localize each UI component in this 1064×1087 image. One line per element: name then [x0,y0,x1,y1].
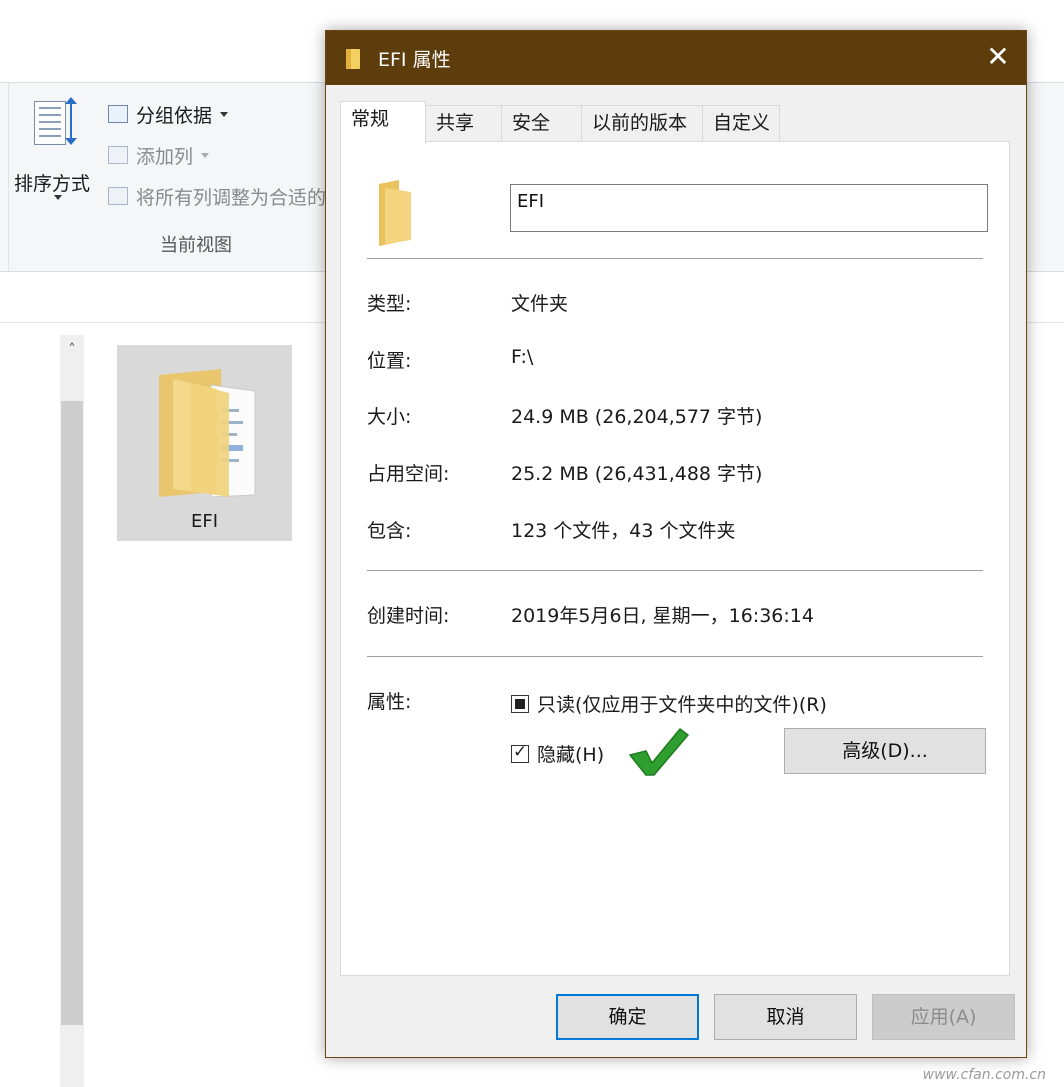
group-by-icon [108,105,128,123]
fit-columns-label: 将所有列调整为合适的 [136,186,327,209]
file-name: EFI [190,511,219,532]
location-label: 位置: [367,350,412,372]
size-label: 大小: [367,406,412,428]
sort-by-button[interactable]: 排序方式 [14,97,100,207]
type-label: 类型: [367,293,412,315]
ribbon-divider [0,83,9,271]
apply-button[interactable]: 应用(A) [872,994,1015,1040]
properties-dialog: EFI 属性 ✕ 常规 共享 安全 以前的版本 自定义 类型: 文件夹 位置: … [325,30,1027,1058]
folder-icon [379,180,411,246]
folder-icon [346,49,360,69]
group-by-label: 分组依据 [136,104,213,127]
sort-arrow-icon [65,97,77,145]
folder-icon [159,369,256,498]
fit-columns-icon [108,187,128,205]
tab-sharing[interactable]: 共享 [425,105,502,141]
add-column-icon [108,146,128,164]
divider [367,570,983,571]
ribbon-group-title: 当前视图 [160,235,232,256]
file-item-efi[interactable]: EFI [117,345,292,541]
size-value: 24.9 MB (26,204,577 字节) [511,406,763,428]
divider [367,656,983,657]
tab-customize[interactable]: 自定义 [702,105,780,141]
divider [367,258,983,259]
chevron-down-icon [220,112,229,121]
vertical-scrollbar[interactable]: ˄ [60,335,84,1087]
chevron-down-icon [54,195,62,204]
add-column-button[interactable]: 添加列 [108,142,210,168]
group-by-button[interactable]: 分组依据 [108,101,229,127]
tab-security[interactable]: 安全 [501,105,582,141]
size-on-disk-label: 占用空间: [367,463,450,485]
folder-name-input[interactable] [510,184,988,232]
readonly-checkbox[interactable]: 只读(仅应用于文件夹中的文件)(R) [511,690,827,717]
contains-value: 123 个文件，43 个文件夹 [511,520,736,542]
location-value: F:\ [511,346,534,368]
size-on-disk-value: 25.2 MB (26,431,488 字节) [511,463,763,485]
created-value: 2019年5月6日, 星期一，16:36:14 [511,605,814,627]
hidden-label: 隐藏(H) [537,744,605,766]
fit-columns-button[interactable]: 将所有列调整为合适的 [108,183,326,209]
close-icon[interactable]: ✕ [976,37,1020,79]
tab-previous-versions[interactable]: 以前的版本 [581,105,703,141]
scroll-up-icon[interactable]: ˄ [60,335,84,365]
attributes-label: 属性: [367,691,412,713]
contains-label: 包含: [367,520,412,542]
scroll-thumb[interactable] [61,401,83,1025]
checkbox-checked-icon[interactable] [511,742,529,763]
sort-by-label: 排序方式 [14,173,91,195]
dialog-title: EFI 属性 [378,49,451,71]
created-label: 创建时间: [367,605,450,627]
general-panel: 类型: 文件夹 位置: F:\ 大小: 24.9 MB (26,204,577 … [340,141,1010,976]
watermark: www.cfan.com.cn [922,1067,1046,1083]
checkbox-indeterminate-icon[interactable] [511,694,529,713]
chevron-down-icon [201,153,210,162]
tab-general[interactable]: 常规 [340,101,426,143]
dialog-titlebar[interactable]: EFI 属性 ✕ [326,31,1026,85]
readonly-label: 只读(仅应用于文件夹中的文件)(R) [537,694,827,716]
green-checkmark-icon [629,728,689,776]
sort-list-icon [34,101,66,145]
hidden-checkbox[interactable]: 隐藏(H) [511,740,604,767]
type-value: 文件夹 [511,293,569,315]
ok-button[interactable]: 确定 [556,994,699,1040]
advanced-button[interactable]: 高级(D)... [784,728,986,774]
add-column-label: 添加列 [136,145,194,168]
cancel-button[interactable]: 取消 [714,994,857,1040]
